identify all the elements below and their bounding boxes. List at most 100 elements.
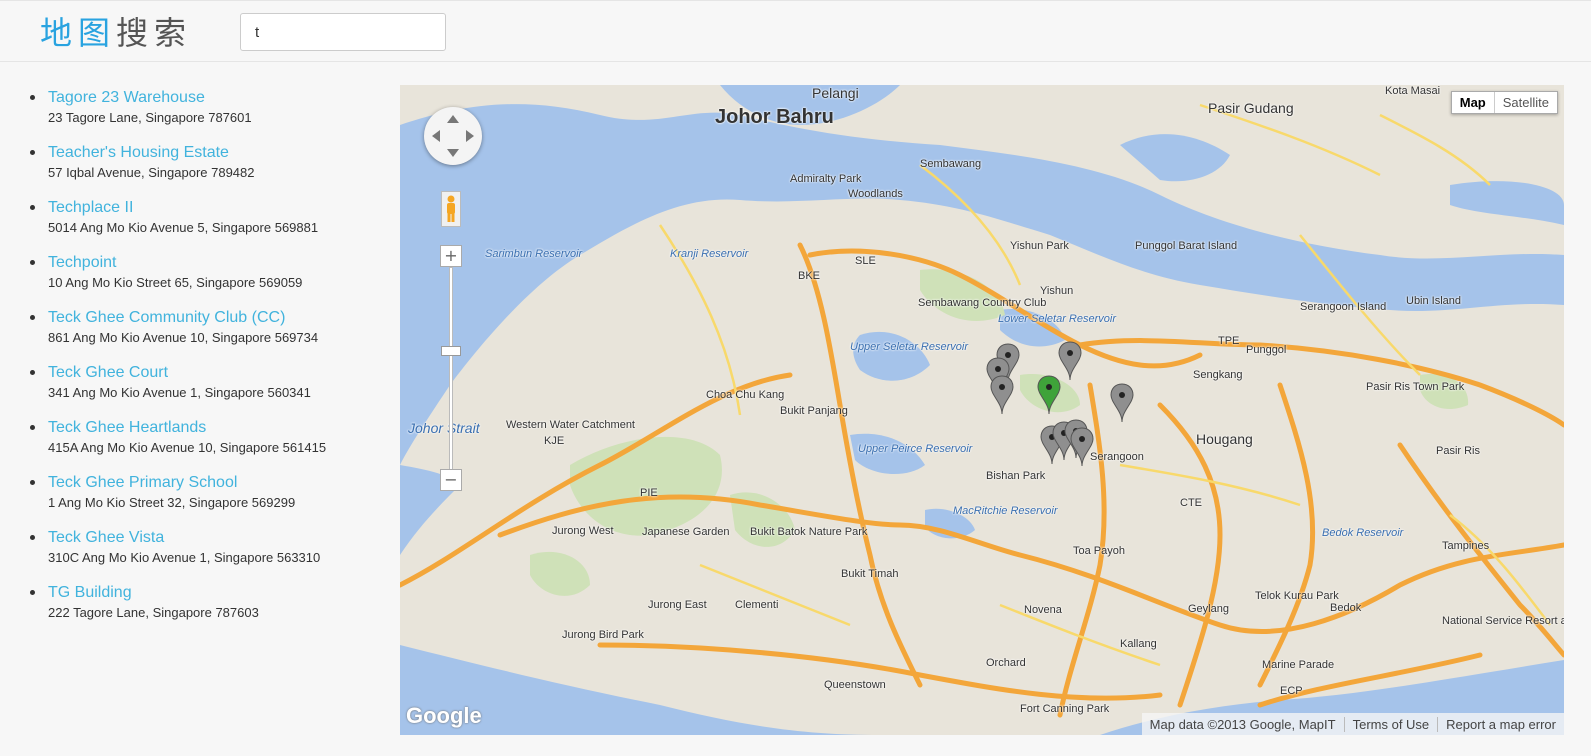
map-type-control: Map Satellite xyxy=(1450,91,1558,114)
result-item: Teck Ghee Primary School 1 Ang Mo Kio Str… xyxy=(30,473,380,528)
logo-char: 索 xyxy=(154,14,193,52)
result-name-link[interactable]: Techplace II xyxy=(48,198,380,217)
map-label: Western Water Catchment xyxy=(506,419,635,431)
map-label: Punggol Barat Island xyxy=(1135,240,1238,252)
map-label: Woodlands xyxy=(848,188,903,200)
map-label: Upper Seletar Reservoir xyxy=(850,341,968,353)
google-logo[interactable]: Google xyxy=(406,703,482,729)
result-address: 341 Ang Mo Kio Avenue 1, Singapore 56034… xyxy=(48,385,311,400)
map-label: ECP xyxy=(1280,685,1303,697)
street-view-pegman-icon[interactable] xyxy=(441,191,461,227)
zoom-slider-handle[interactable] xyxy=(441,346,461,356)
map-label: Geylang xyxy=(1188,603,1229,615)
result-address: 415A Ang Mo Kio Avenue 10, Singapore 561… xyxy=(48,440,327,455)
map-label: Novena xyxy=(1024,604,1062,616)
map-label: Sengkang xyxy=(1193,369,1243,381)
map-footer: Map data ©2013 Google, MapIT Terms of Us… xyxy=(1141,713,1564,735)
result-name-link[interactable]: Teck Ghee Vista xyxy=(48,528,380,547)
map-label: Pelangi xyxy=(812,85,859,101)
zoom-in-button[interactable]: + xyxy=(440,245,462,267)
map-label: Bukit Panjang xyxy=(780,405,848,417)
result-name-link[interactable]: Teck Ghee Court xyxy=(48,363,380,382)
result-address: 57 Iqbal Avenue, Singapore 789482 xyxy=(48,165,255,180)
result-item: Techplace II 5014 Ang Mo Kio Avenue 5, Si… xyxy=(30,198,380,253)
map-label: CTE xyxy=(1180,497,1202,509)
result-name-link[interactable]: Techpoint xyxy=(48,253,380,272)
result-item: Teacher's Housing Estate 57 Iqbal Avenue,… xyxy=(30,143,380,198)
zoom-track[interactable] xyxy=(449,267,453,473)
map-label: Jurong East xyxy=(648,599,707,611)
bullet-icon xyxy=(30,370,35,375)
site-logo: 地 图 搜 索 xyxy=(40,11,193,52)
pan-control[interactable] xyxy=(424,107,482,165)
result-name-link[interactable]: Teck Ghee Primary School xyxy=(48,473,380,492)
map-label: Yishun xyxy=(1040,285,1074,297)
map-label: Serangoon xyxy=(1090,451,1144,463)
result-name-link[interactable]: Teck Ghee Community Club (CC) xyxy=(48,308,380,327)
bullet-icon xyxy=(30,205,35,210)
result-address: 5014 Ang Mo Kio Avenue 5, Singapore 5698… xyxy=(48,220,319,235)
map-type-satellite-button[interactable]: Satellite xyxy=(1495,92,1557,113)
result-item: TG Building 222 Tagore Lane, Singapore 78… xyxy=(30,583,380,638)
map-label: National Service Resort and Country Club xyxy=(1442,615,1564,627)
map-view[interactable]: Johor Bahru Pasir Gudang Pelangi Kota Ma… xyxy=(400,85,1564,735)
result-name-link[interactable]: TG Building xyxy=(48,583,380,602)
map-label: Bedok Reservoir xyxy=(1322,527,1404,539)
result-address: 861 Ang Mo Kio Avenue 10, Singapore 5697… xyxy=(48,330,319,345)
result-item: Teck Ghee Court 341 Ang Mo Kio Avenue 1, … xyxy=(30,363,380,418)
map-type-map-button[interactable]: Map xyxy=(1452,92,1495,113)
report-error-link[interactable]: Report a map error xyxy=(1437,716,1564,732)
result-item: Teck Ghee Vista 310C Ang Mo Kio Avenue 1,… xyxy=(30,528,380,583)
map-marker-icon[interactable] xyxy=(1037,375,1061,415)
map-label: Pasir Ris xyxy=(1436,445,1481,457)
map-label: Punggol xyxy=(1246,344,1287,356)
map-marker-icon[interactable] xyxy=(1070,427,1094,467)
logo-char: 图 xyxy=(78,14,117,52)
result-item: Tagore 23 Warehouse 23 Tagore Lane, Singa… xyxy=(30,88,380,143)
result-name-link[interactable]: Teacher's Housing Estate xyxy=(48,143,380,162)
map-label: Kota Masai xyxy=(1385,85,1441,97)
map-label: Admiralty Park xyxy=(790,173,862,185)
bullet-icon xyxy=(30,95,35,100)
map-label: KJE xyxy=(544,435,565,447)
map-label: Telok Kurau Park xyxy=(1255,590,1339,602)
logo-char: 地 xyxy=(40,14,79,52)
bullet-icon xyxy=(30,590,35,595)
map-label: Hougang xyxy=(1196,431,1253,447)
map-label: MacRitchie Reservoir xyxy=(953,505,1058,517)
zoom-out-button[interactable]: − xyxy=(440,469,462,491)
map-label: Bukit Batok Nature Park xyxy=(750,526,868,538)
map-label: Yishun Park xyxy=(1010,240,1069,252)
map-label: Tampines xyxy=(1442,540,1490,552)
map-marker-icon[interactable] xyxy=(1110,383,1134,423)
map-label: Johor Bahru xyxy=(715,106,834,128)
map-label: Toa Payoh xyxy=(1073,545,1125,557)
result-item: Teck Ghee Community Club (CC) 861 Ang Mo … xyxy=(30,308,380,363)
map-label: Jurong Bird Park xyxy=(562,629,644,641)
map-marker-icon[interactable] xyxy=(1058,341,1082,381)
bullet-icon xyxy=(30,150,35,155)
map-label: Marine Parade xyxy=(1262,659,1335,671)
result-address: 23 Tagore Lane, Singapore 787601 xyxy=(48,110,252,125)
terms-link[interactable]: Terms of Use xyxy=(1343,716,1438,732)
map-label: Orchard xyxy=(986,657,1026,669)
bullet-icon xyxy=(30,260,35,265)
map-label: Lower Seletar Reservoir xyxy=(998,313,1116,325)
result-name-link[interactable]: Tagore 23 Warehouse xyxy=(48,88,380,107)
result-item: Techpoint 10 Ang Mo Kio Street 65, Singap… xyxy=(30,253,380,308)
bullet-icon xyxy=(30,480,35,485)
bullet-icon xyxy=(30,315,35,320)
map-label: Kallang xyxy=(1120,638,1157,650)
map-label: BKE xyxy=(798,270,821,282)
search-input[interactable] xyxy=(240,13,446,51)
result-address: 310C Ang Mo Kio Avenue 1, Singapore 5633… xyxy=(48,550,321,565)
result-name-link[interactable]: Teck Ghee Heartlands xyxy=(48,418,380,437)
bullet-icon xyxy=(30,535,35,540)
map-marker-icon[interactable] xyxy=(990,375,1014,415)
map-label: Fort Canning Park xyxy=(1020,703,1110,715)
map-label: Pasir Ris Town Park xyxy=(1366,381,1465,393)
map-label: Sembawang Country Club xyxy=(918,297,1047,309)
map-label: Clementi xyxy=(735,599,779,611)
top-bar: 地 图 搜 索 xyxy=(0,0,1591,62)
map-label: SLE xyxy=(855,255,876,267)
